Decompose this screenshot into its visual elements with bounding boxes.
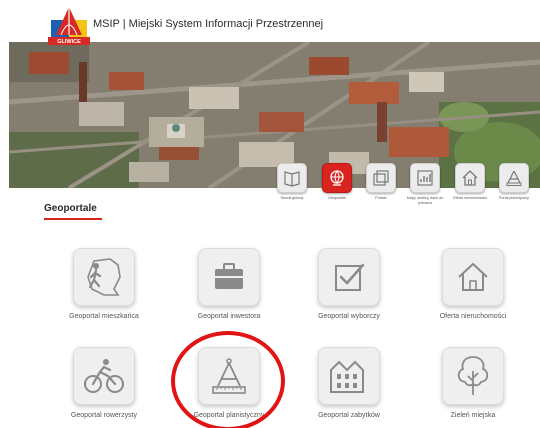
walker-map-icon (73, 248, 135, 306)
hero-nav-portale[interactable]: Portale (366, 163, 396, 201)
section-underline (44, 218, 102, 220)
logo-caption: GLIWICE (57, 39, 81, 45)
briefcase-icon (198, 248, 260, 306)
chart-icon (410, 163, 440, 193)
windows-icon (366, 163, 396, 193)
card-geoportal-inwestora[interactable]: Geoportal inwestora (183, 248, 275, 320)
bicycle-icon (73, 347, 135, 405)
card-label: Geoportal rowerzysty (70, 412, 138, 419)
card-label: Geoportal planistyczny (193, 412, 265, 419)
card-label: Geoportal wyborczy (318, 313, 380, 320)
card-oferta-nieruchomosci[interactable]: Oferta nieruchomości (427, 248, 519, 320)
book-icon (277, 163, 307, 193)
hero-nav-serwis-glowny[interactable]: Serwis główny (277, 163, 307, 201)
card-geoportal-planistyczny[interactable]: Geoportal planistyczny (183, 347, 275, 419)
house-icon (442, 248, 504, 306)
compass-icon (499, 163, 529, 193)
compass-ruler-icon (198, 347, 260, 405)
ballot-check-icon (318, 248, 380, 306)
globe-icon (322, 163, 352, 193)
card-zielen-miejska[interactable]: Zieleń miejska (427, 347, 519, 419)
card-label: Geoportal mieszkańca (69, 313, 139, 320)
house-icon (455, 163, 485, 193)
card-geoportal-rowerzysty[interactable]: Geoportal rowerzysty (58, 347, 150, 419)
hero-nav-mapy[interactable]: Mapy, analizy, dane do pobrania (407, 163, 443, 205)
hero-nav-label: Serwis główny (280, 196, 304, 200)
section-title: Geoportale (44, 203, 97, 214)
card-geoportal-zabytkow[interactable]: Geoportal zabytków (303, 347, 395, 419)
top-bar: GLIWICE MSIP | Miejski System Informacji… (0, 0, 540, 45)
gliwice-logo[interactable]: GLIWICE (48, 5, 90, 45)
hero-nav-label: Geoportale (328, 196, 346, 200)
historic-building-icon (318, 347, 380, 405)
card-label: Geoportal zabytków (318, 412, 380, 419)
hero-nav-label: Portale (375, 196, 387, 200)
card-geoportal-mieszkanca[interactable]: Geoportal mieszkańca (58, 248, 150, 320)
hero-nav-geoportale[interactable]: Geoportale (322, 163, 352, 201)
hero-nav-portal-planistyczny[interactable]: Portal planistyczny (499, 163, 529, 201)
hero-nav-label: Portal planistyczny (499, 196, 529, 200)
hero-nav-label: Oferta nieruchomości (452, 196, 488, 200)
card-label: Geoportal inwestora (197, 313, 261, 320)
app-title: MSIP | Miejski System Informacji Przestr… (93, 18, 324, 30)
hero-nav-label: Mapy, analizy, dane do pobrania (406, 196, 444, 205)
card-label: Oferta nieruchomości (439, 313, 507, 320)
tree-icon (442, 347, 504, 405)
card-geoportal-wyborczy[interactable]: Geoportal wyborczy (303, 248, 395, 320)
card-label: Zieleń miejska (450, 412, 496, 419)
hero-nav-oferta[interactable]: Oferta nieruchomości (453, 163, 487, 201)
